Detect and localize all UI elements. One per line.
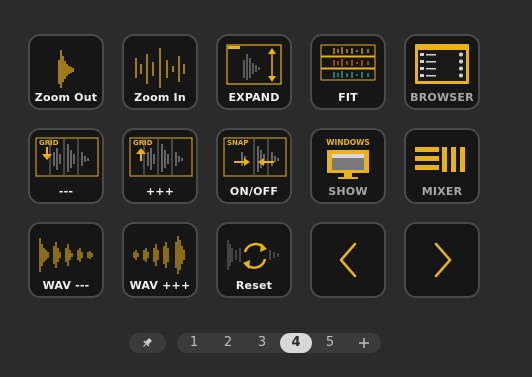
add-page-button[interactable] xyxy=(348,333,380,353)
snap-text: SNAP xyxy=(227,139,248,147)
zoom-in-button[interactable]: Zoom In xyxy=(122,34,198,110)
stream-deck-grid: Zoom Out Zoom In EXPAND FIT BROWSER GRID… xyxy=(28,34,488,304)
snap-toggle-button[interactable]: SNAP ON/OFF xyxy=(216,128,292,204)
fit-label: FIT xyxy=(338,91,358,104)
chevron-left-icon xyxy=(339,242,357,278)
plus-icon xyxy=(359,337,369,348)
wave-zoom-in-label: WAV +++ xyxy=(129,279,191,292)
snap-label: ON/OFF xyxy=(229,185,279,198)
grid-decrease-button[interactable]: GRID --- xyxy=(28,128,104,204)
pin-icon xyxy=(143,338,152,347)
page-3-tab[interactable]: 3 xyxy=(246,333,278,353)
browser-button[interactable]: BROWSER xyxy=(404,34,480,110)
page-4-tab[interactable]: 4 xyxy=(280,333,312,353)
next-page-button[interactable] xyxy=(404,222,480,298)
reset-label: Reset xyxy=(235,279,273,292)
expand-button[interactable]: EXPAND xyxy=(216,34,292,110)
mixer-button[interactable]: MIXER xyxy=(404,128,480,204)
zoom-out-button[interactable]: Zoom Out xyxy=(28,34,104,110)
browser-label: BROWSER xyxy=(410,91,474,104)
grid-text: GRID xyxy=(39,139,59,147)
pin-button[interactable] xyxy=(129,333,166,353)
grid-decrease-label: --- xyxy=(58,185,74,198)
zoom-in-label: Zoom In xyxy=(134,91,186,104)
reset-button[interactable]: Reset xyxy=(216,222,292,298)
chevron-right-icon xyxy=(434,242,452,278)
grid-increase-label: +++ xyxy=(145,185,175,198)
grid-increase-button[interactable]: GRID +++ xyxy=(122,128,198,204)
page-2-tab[interactable]: 2 xyxy=(212,333,244,353)
grid-text: GRID xyxy=(133,139,153,147)
page-selector: 1 2 3 4 5 xyxy=(177,333,381,353)
zoom-out-label: Zoom Out xyxy=(34,91,98,104)
mixer-label: MIXER xyxy=(421,185,463,198)
windows-text: WINDOWS xyxy=(326,138,370,147)
page-5-tab[interactable]: 5 xyxy=(314,333,346,353)
fit-button[interactable]: FIT xyxy=(310,34,386,110)
wave-zoom-in-button[interactable]: WAV +++ xyxy=(122,222,198,298)
previous-page-button[interactable] xyxy=(310,222,386,298)
wave-zoom-out-button[interactable]: WAV --- xyxy=(28,222,104,298)
expand-label: EXPAND xyxy=(228,91,280,104)
page-1-tab[interactable]: 1 xyxy=(178,333,210,353)
wave-zoom-out-label: WAV --- xyxy=(42,279,90,292)
windows-show-button[interactable]: WINDOWS SHOW xyxy=(310,128,386,204)
show-label: SHOW xyxy=(328,185,368,198)
